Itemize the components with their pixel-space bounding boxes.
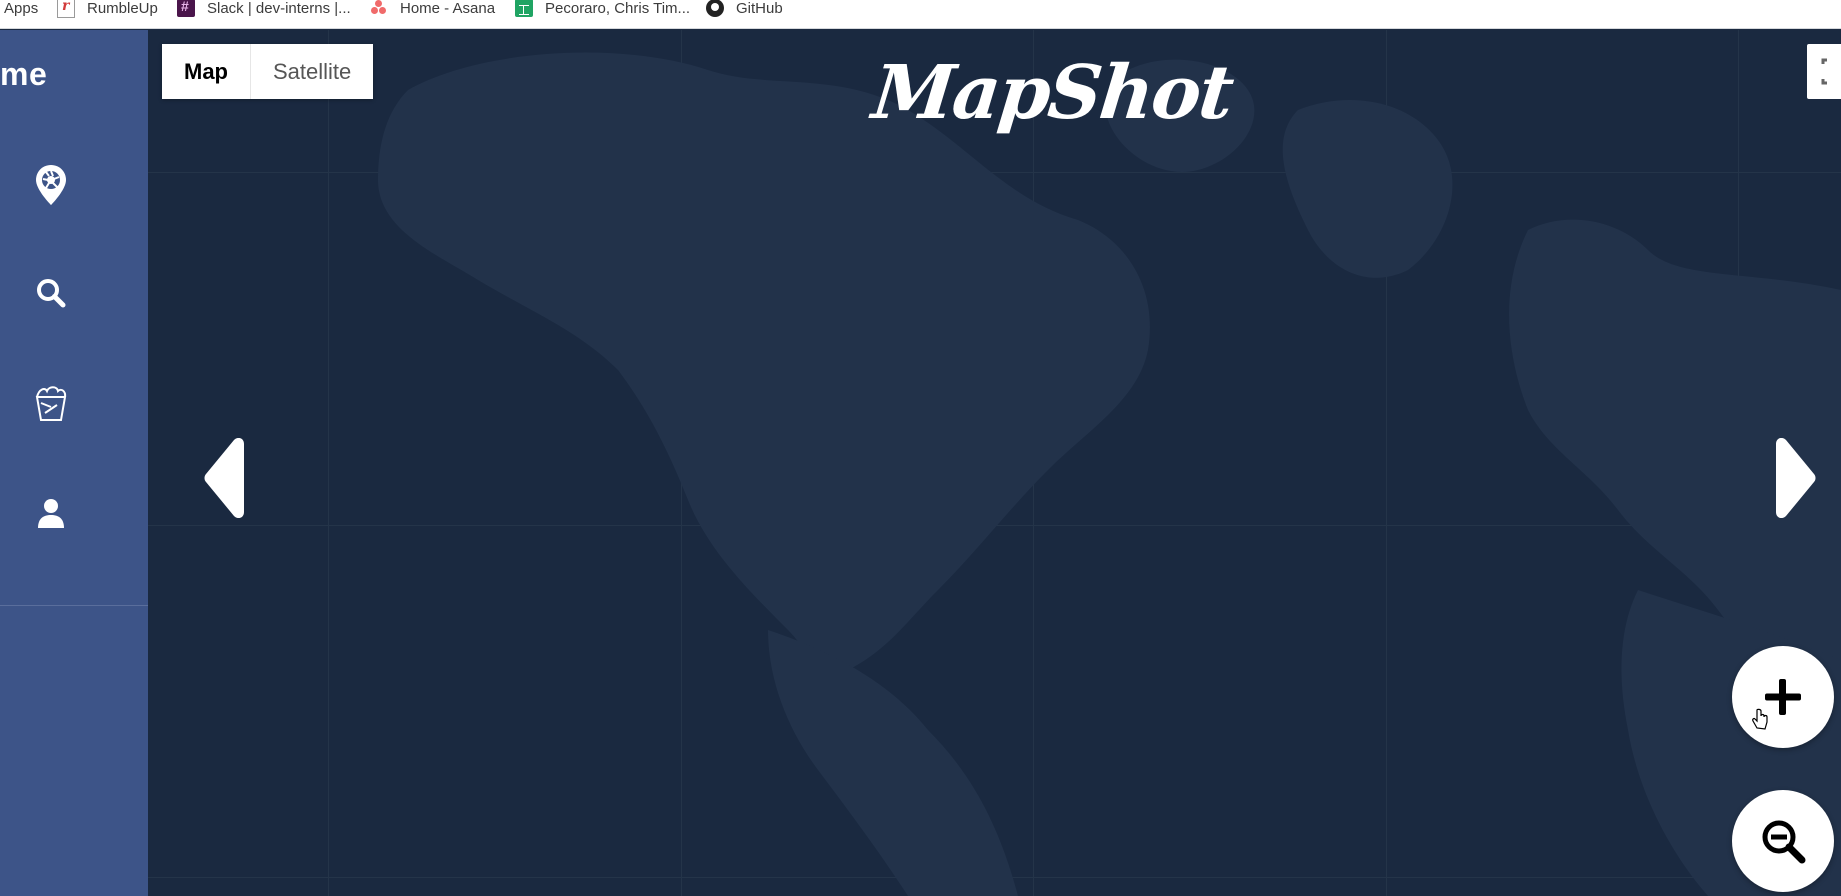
map-type-control: Map Satellite	[162, 44, 374, 99]
bucket-icon	[35, 386, 67, 421]
bookmark-slack[interactable]: Slack | dev-interns |...	[177, 0, 351, 17]
sidebar-item-profile[interactable]	[26, 488, 76, 538]
hand-cursor-icon	[1752, 708, 1768, 730]
next-button[interactable]	[1770, 437, 1818, 523]
bookmark-label: GitHub	[736, 0, 783, 17]
google-sheets-icon	[515, 0, 533, 17]
map-type-map-button[interactable]: Map	[162, 44, 251, 99]
map-canvas[interactable]: Map Satellite MapShot	[148, 30, 1841, 896]
chevron-right-icon	[1776, 437, 1816, 519]
map-type-satellite-button[interactable]: Satellite	[251, 44, 374, 99]
sidebar-item-bucket[interactable]	[26, 378, 76, 428]
bookmark-rumbleup[interactable]: RumbleUp	[57, 0, 158, 18]
prev-button[interactable]	[202, 437, 250, 523]
slack-icon	[177, 0, 195, 17]
github-icon	[706, 0, 724, 17]
bookmark-sheets[interactable]: Pecoraro, Chris Tim...	[515, 0, 691, 17]
bookmark-label: Home - Asana	[400, 0, 496, 17]
chevron-left-icon	[204, 437, 244, 519]
zoom-out-icon	[1762, 820, 1806, 864]
bookmark-label: Pecoraro, Chris Tim...	[545, 0, 691, 17]
sidebar-item-search[interactable]	[26, 268, 76, 318]
bookmarks-bar: Apps RumbleUp Slack | dev-interns |... H…	[0, 0, 1841, 29]
bookmark-label: RumbleUp	[87, 0, 158, 17]
zoom-out-button[interactable]	[1732, 790, 1834, 892]
asana-icon	[370, 0, 388, 17]
zoom-in-button[interactable]	[1732, 646, 1834, 748]
sidebar-divider	[0, 605, 148, 606]
sidebar-item-photo-map[interactable]	[26, 160, 76, 210]
fullscreen-icon	[1821, 58, 1827, 85]
bookmark-label: Slack | dev-interns |...	[207, 0, 351, 17]
sidebar-title: me	[0, 56, 48, 92]
search-icon	[37, 279, 66, 308]
continent-shapes	[378, 52, 1841, 896]
sidebar: me	[0, 30, 148, 896]
bookmark-asana[interactable]: Home - Asana	[370, 0, 496, 17]
bookmark-github[interactable]: GitHub	[706, 0, 783, 17]
rumbleup-icon	[57, 0, 75, 18]
brand-logo: MapShot	[868, 50, 1236, 136]
bookmark-label: Apps	[4, 0, 39, 17]
user-icon	[38, 499, 64, 528]
fullscreen-button[interactable]	[1807, 44, 1841, 99]
bookmark-apps[interactable]: Apps	[4, 0, 39, 17]
map-pin-camera-icon	[36, 165, 66, 205]
